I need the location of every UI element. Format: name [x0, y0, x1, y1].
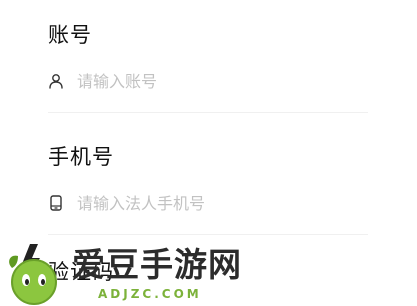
user-icon [48, 73, 64, 89]
account-divider [48, 112, 368, 113]
phone-field-row[interactable] [48, 191, 368, 215]
phone-icon [48, 195, 64, 211]
watermark-brand: 爱豆手游网 [72, 245, 242, 284]
phone-label: 手机号 [48, 145, 114, 169]
watermark-domain: ADJZC.COM [98, 287, 202, 301]
account-label: 账号 [48, 23, 92, 47]
watermark-logo-icon [9, 244, 57, 305]
phone-divider [48, 234, 368, 235]
watermark: 爱豆手游网 ADJZC.COM [0, 240, 260, 306]
account-input[interactable] [77, 69, 357, 93]
account-field-row[interactable] [48, 69, 368, 93]
phone-input[interactable] [77, 191, 357, 215]
